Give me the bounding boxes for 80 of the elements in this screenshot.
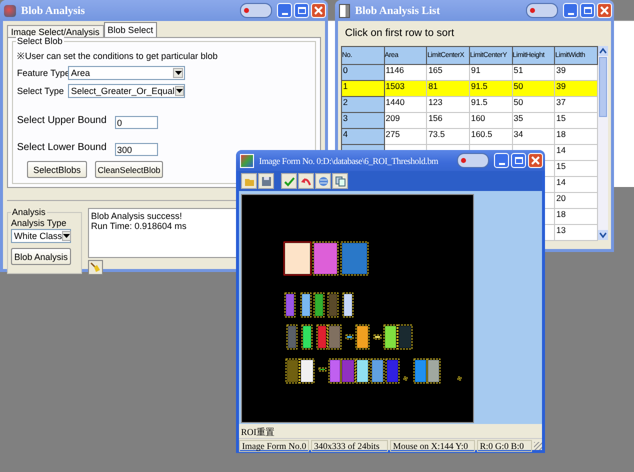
globe-icon[interactable] — [315, 173, 331, 189]
note-text: ※User can set the conditions to get particular blob — [17, 50, 219, 62]
recorder-icon[interactable] — [526, 3, 558, 18]
log-line: Run Time: 0.918604 ms — [91, 221, 188, 231]
group-title: Select Blob — [16, 36, 64, 46]
app-icon — [240, 154, 254, 168]
tab[interactable]: Image Select/Analysis — [7, 25, 104, 37]
table-cell: 275 — [384, 128, 427, 144]
status-pane: 340x333 of 24bits — [311, 440, 388, 452]
table-cell: 1503 — [384, 80, 427, 96]
table-cell: 91.5 — [469, 80, 512, 96]
dropdown[interactable]: Select_Greater_Or_Equal — [68, 84, 185, 98]
log-line: Blob Analysis success! — [91, 211, 184, 221]
recorder-icon[interactable] — [240, 3, 272, 18]
table-cell: 123 — [426, 96, 470, 112]
table-cell: 209 — [384, 112, 427, 128]
table-cell: 160.5 — [469, 128, 512, 144]
table-cell: 91.5 — [469, 96, 512, 112]
row-header: 3 — [342, 112, 384, 128]
hint-text: Click on first row to sort — [345, 27, 456, 39]
recorder-icon[interactable] — [457, 153, 489, 168]
caret-icon[interactable] — [63, 234, 70, 238]
row-header: 4 — [342, 128, 384, 144]
row-header: 1 — [342, 80, 384, 96]
caret-icon[interactable] — [176, 89, 183, 93]
status-pane: Mouse on X:144 Y:0 — [390, 440, 475, 452]
tab[interactable]: Blob Select — [104, 22, 158, 37]
row-header: 0 — [342, 64, 384, 80]
action-button[interactable]: SelectBlobs — [27, 161, 87, 178]
save-icon[interactable] — [258, 173, 274, 189]
close-button[interactable] — [597, 3, 612, 18]
field-label: Select Lower Bound — [17, 142, 108, 153]
row-header: 2 — [342, 96, 384, 112]
field-label: Analysis Type — [11, 218, 68, 228]
input-field[interactable]: 300 — [115, 143, 158, 156]
table-cell: 81 — [426, 80, 470, 96]
field-label: Select Type — [17, 86, 65, 96]
app-icon — [4, 4, 16, 16]
selected-row[interactable]: 1 1503 81 91.5 50 39 — [342, 80, 598, 96]
table-cell: 50 — [512, 96, 555, 112]
scrollbar[interactable] — [598, 46, 608, 240]
blob-analysis-button[interactable]: Blob Analysis — [11, 248, 71, 265]
copy-icon[interactable] — [332, 173, 348, 189]
field-label: Select Upper Bound — [17, 115, 108, 126]
maximize-button[interactable] — [580, 3, 595, 18]
dropdown[interactable]: White Class — [11, 229, 71, 243]
minimize-button[interactable] — [563, 3, 578, 18]
table-cell: 156 — [426, 112, 470, 128]
status-pane: R:0 G:0 B:0 — [476, 440, 532, 452]
action-button[interactable]: CleanSelectBlob — [95, 161, 163, 178]
scroll-up-icon[interactable] — [598, 46, 608, 56]
table-cell: 39 — [554, 80, 598, 96]
undo-icon[interactable] — [298, 173, 314, 189]
caret-icon[interactable] — [174, 71, 182, 75]
minimize-button[interactable] — [494, 153, 509, 168]
status-text: ROI重置 — [239, 424, 542, 439]
table-cell: 160 — [469, 112, 512, 128]
status-pane: Image Form No.0 — [239, 440, 309, 452]
minimize-button[interactable] — [277, 3, 292, 18]
dropdown[interactable]: Area — [68, 66, 185, 80]
table-cell: 34 — [512, 128, 555, 144]
window-title: Blob Analysis — [21, 4, 86, 16]
group-title: Analysis — [11, 207, 47, 217]
input-field[interactable]: 0 — [115, 116, 158, 129]
close-button[interactable] — [311, 3, 326, 18]
scroll-thumb[interactable] — [599, 57, 607, 117]
table-cell: 73.5 — [426, 128, 470, 144]
clear-button[interactable] — [88, 260, 103, 275]
table-cell: 50 — [512, 80, 555, 96]
table-cell: 35 — [512, 112, 555, 128]
maximize-button[interactable] — [294, 3, 309, 18]
close-button[interactable] — [528, 153, 543, 168]
maximize-button[interactable] — [511, 153, 526, 168]
resize-grip-icon[interactable] — [534, 442, 542, 450]
document-icon — [339, 4, 350, 18]
window-title: Blob Analysis List — [355, 4, 441, 16]
table-cell: 1440 — [384, 96, 427, 112]
check-icon[interactable] — [281, 173, 297, 189]
scroll-down-icon[interactable] — [598, 230, 608, 240]
window-title: Image Form No. 0:D:\database\6_ROI_Threshold.bm — [259, 156, 440, 166]
